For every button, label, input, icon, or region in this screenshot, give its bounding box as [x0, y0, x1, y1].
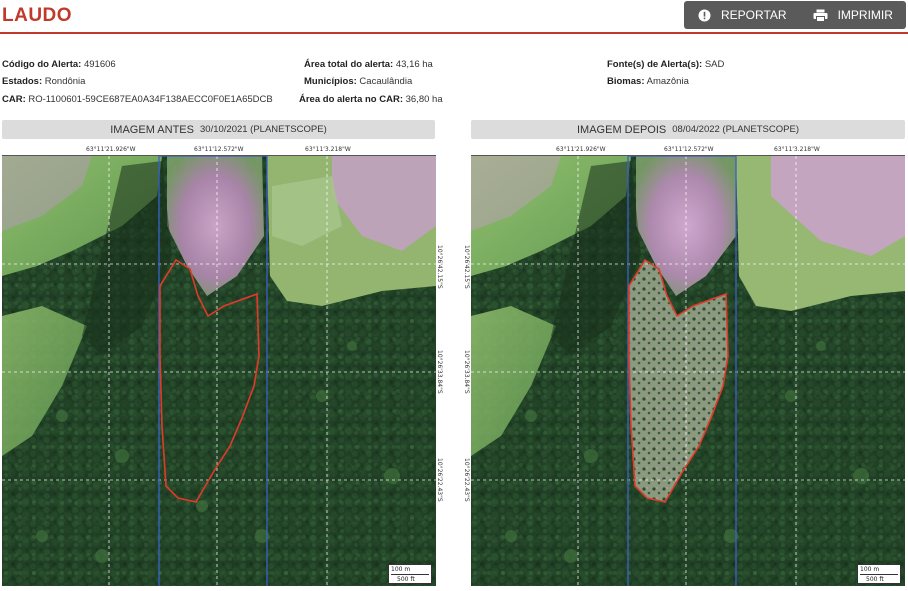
print-button[interactable]: IMPRIMIR	[813, 1, 893, 29]
info-municipios: Municípios: Cacaulândia	[304, 76, 413, 87]
coord-lon-3-before: 63°11'3.218"W	[305, 146, 351, 153]
scale-bar-after: 100 m 500 ft	[857, 564, 901, 584]
print-label: IMPRIMIR	[837, 8, 893, 22]
coord-lon-2-after: 63°11'12.572"W	[664, 146, 714, 153]
info-biomas: Biomas: Amazônia	[607, 76, 689, 87]
coord-lat-1-after: 10°26'42.15"S	[463, 245, 470, 289]
panel-title-before: IMAGEM ANTES 30/10/2021 (PLANETSCOPE)	[2, 120, 435, 139]
map-after[interactable]: 100 m 500 ft	[471, 155, 905, 586]
coord-lat-3-before: 10°26'22.43"S	[436, 458, 443, 502]
action-bar: REPORTAR IMPRIMIR	[684, 1, 906, 29]
report-button[interactable]: REPORTAR	[698, 1, 787, 29]
page-header: LAUDO REPORTAR IMPRIMIR	[0, 0, 908, 34]
coord-lon-1-before: 63°11'21.926"W	[86, 146, 136, 153]
info-fonte: Fonte(s) de Alerta(s): SAD	[607, 59, 725, 70]
coord-lat-2-before: 10°26'33.84"S	[436, 350, 443, 394]
page-title: LAUDO	[2, 5, 73, 26]
report-label: REPORTAR	[721, 8, 787, 22]
info-estados: Estados: Rondônia	[2, 76, 86, 87]
coord-lat-3-after: 10°26'22.43"S	[463, 458, 470, 502]
coord-lat-2-after: 10°26'33.84"S	[463, 350, 470, 394]
printer-icon	[813, 9, 828, 22]
map-before[interactable]: 100 m 500 ft	[2, 155, 436, 586]
coord-lat-1-before: 10°26'42.15"S	[436, 245, 443, 289]
coord-lon-1-after: 63°11'21.926"W	[556, 146, 606, 153]
info-area-car: Área do alerta no CAR: 36,80 ha	[299, 94, 443, 105]
coord-lon-2-before: 63°11'12.572"W	[194, 146, 244, 153]
alert-circle-icon	[698, 9, 711, 22]
info-codigo: Código do Alerta: 491606	[2, 59, 116, 70]
info-area-total: Área total do alerta: 43,16 ha	[304, 59, 433, 70]
scale-bar-before: 100 m 500 ft	[388, 564, 432, 584]
satellite-image-before	[2, 156, 436, 586]
panel-title-after: IMAGEM DEPOIS 08/04/2022 (PLANETSCOPE)	[471, 120, 905, 139]
satellite-image-after	[471, 156, 905, 586]
coord-lon-3-after: 63°11'3.218"W	[774, 146, 820, 153]
info-car: CAR: RO-1100601-59CE687EA0A34F138AECC0F0…	[2, 94, 273, 105]
